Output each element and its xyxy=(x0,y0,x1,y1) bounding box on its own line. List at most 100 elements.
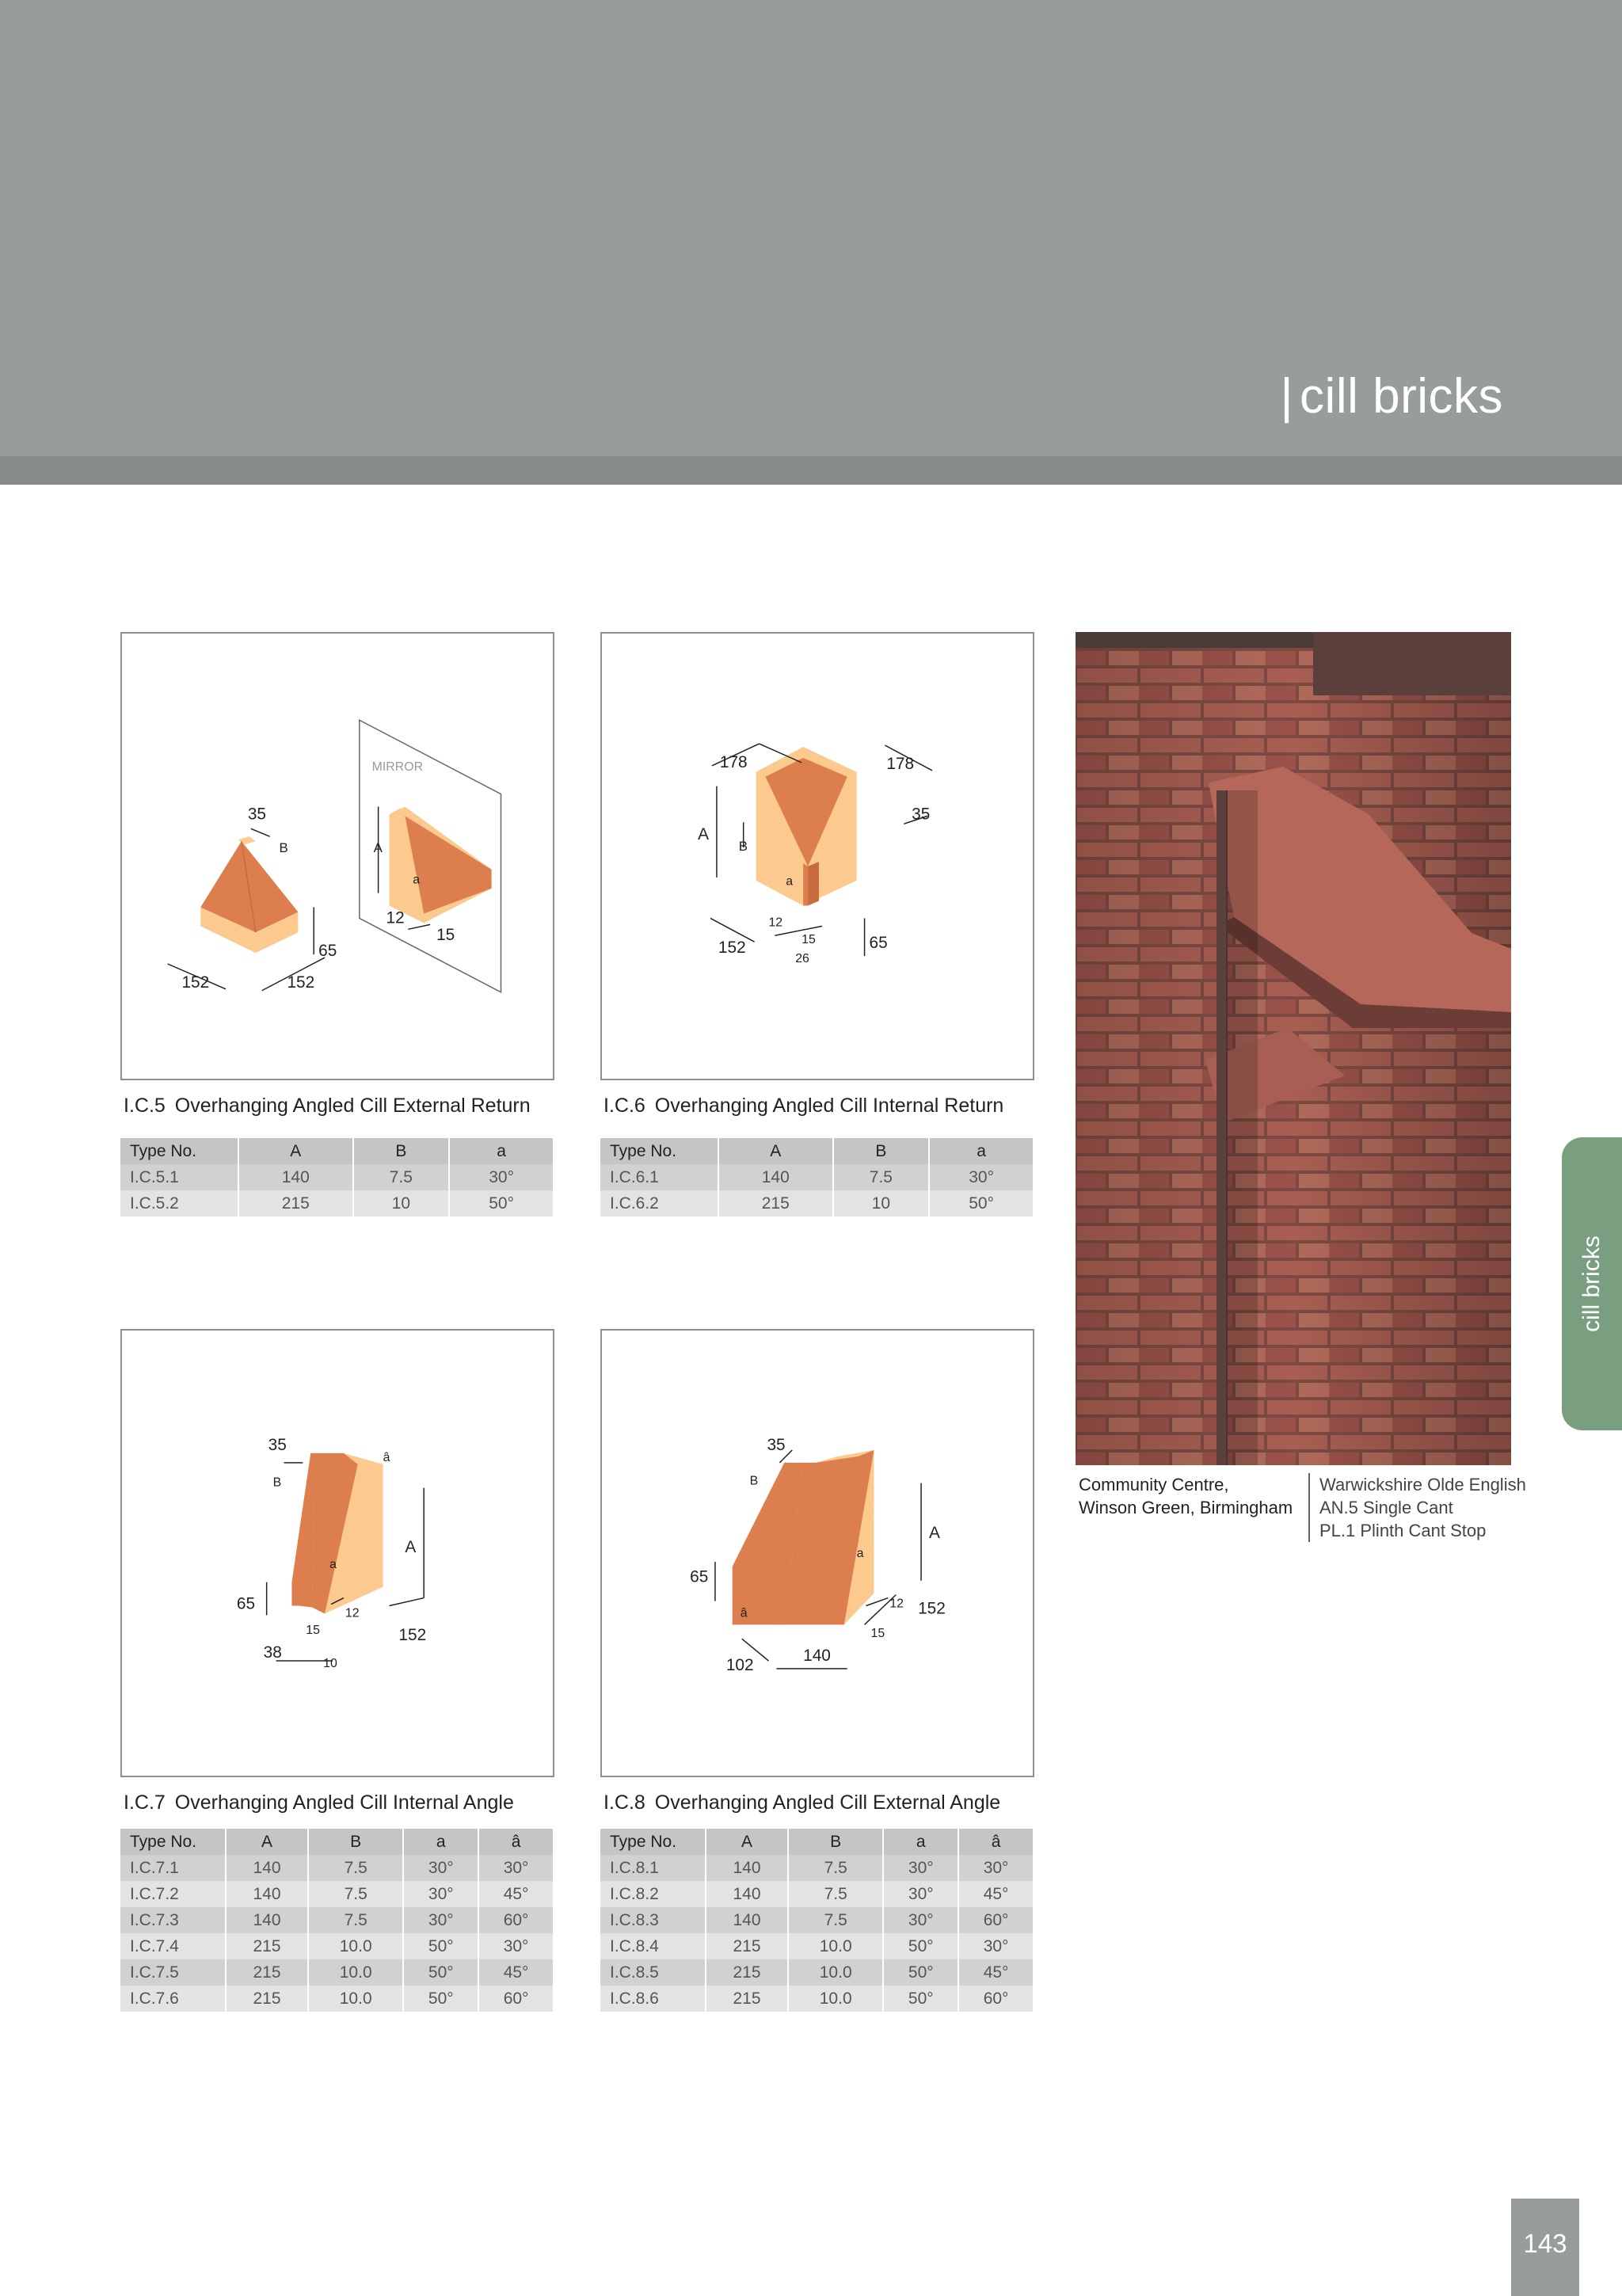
table-row: I.C.7.2 140 7.5 30° 45° xyxy=(120,1881,554,1907)
svg-text:10: 10 xyxy=(323,1657,337,1670)
svg-text:140: 140 xyxy=(803,1647,831,1665)
col-angle: a xyxy=(403,1829,480,1855)
svg-text:35: 35 xyxy=(767,1436,785,1454)
svg-text:35: 35 xyxy=(248,805,266,823)
col-b: B xyxy=(832,1138,931,1164)
col-a: A xyxy=(226,1829,309,1855)
svg-text:15: 15 xyxy=(871,1627,885,1640)
table-row: I.C.6.2 215 10 50° xyxy=(600,1190,1034,1217)
page-number: 143 xyxy=(1523,2229,1567,2258)
diagram-ic5: MIRROR 35 B 152 152 65 A a 12 15 xyxy=(120,632,554,1080)
svg-text:A: A xyxy=(698,825,709,843)
svg-text:A: A xyxy=(929,1524,940,1542)
table-row: I.C.7.3 140 7.5 30° 60° xyxy=(120,1907,554,1933)
svg-text:15: 15 xyxy=(801,933,816,946)
diagram-ic6: 178 178 35 A B a 12 15 26 152 65 xyxy=(600,632,1034,1080)
svg-text:a: a xyxy=(329,1558,337,1571)
table-header-row: Type No. A B a xyxy=(120,1138,554,1164)
table-row: I.C.8.4 215 10.0 50° 30° xyxy=(600,1933,1034,1959)
table-row: I.C.7.4 215 10.0 50° 30° xyxy=(120,1933,554,1959)
svg-text:178: 178 xyxy=(720,753,748,771)
spec-table-ic6: Type No. A B a I.C.6.1 140 7.5 30° I.C.6.2 2… xyxy=(600,1138,1034,1217)
col-angle-hat: â xyxy=(958,1829,1034,1855)
caption-ic5: I.C.5 Overhanging Angled Cill External Re… xyxy=(124,1095,531,1117)
svg-text:A: A xyxy=(374,840,383,855)
svg-text:B: B xyxy=(280,840,288,855)
svg-text:152: 152 xyxy=(718,939,746,957)
col-angle: a xyxy=(449,1138,554,1164)
table-row: I.C.8.5 215 10.0 50° 45° xyxy=(600,1959,1034,1986)
photo-location: Community Centre, Winson Green, Birmingh… xyxy=(1079,1475,1293,1517)
header-strip xyxy=(0,456,1622,485)
svg-text:26: 26 xyxy=(795,952,809,965)
table-row: I.C.8.3 140 7.5 30° 60° xyxy=(600,1907,1034,1933)
svg-text:a: a xyxy=(786,875,793,889)
svg-text:65: 65 xyxy=(870,934,888,952)
svg-text:â: â xyxy=(383,1451,390,1464)
table-row: I.C.7.1 140 7.5 30° 30° xyxy=(120,1855,554,1881)
photo-products: Warwickshire Olde English AN.5 Single Ca… xyxy=(1308,1473,1526,1542)
svg-text:65: 65 xyxy=(318,942,337,960)
svg-text:12: 12 xyxy=(345,1606,360,1620)
title-bar: | xyxy=(1280,369,1294,424)
svg-text:152: 152 xyxy=(918,1599,946,1617)
caption-ic6: I.C.6 Overhanging Angled Cill Internal Re… xyxy=(603,1095,1004,1117)
col-b: B xyxy=(308,1829,405,1855)
col-type: Type No. xyxy=(120,1138,239,1164)
table-header-row: Type No. A B a xyxy=(600,1138,1034,1164)
svg-text:15: 15 xyxy=(306,1624,320,1637)
svg-text:12: 12 xyxy=(386,908,405,927)
col-angle: a xyxy=(883,1829,960,1855)
svg-text:38: 38 xyxy=(264,1643,282,1662)
svg-text:152: 152 xyxy=(398,1626,426,1644)
svg-text:178: 178 xyxy=(886,755,914,773)
col-b: B xyxy=(352,1138,451,1164)
col-b: B xyxy=(788,1829,885,1855)
svg-text:a: a xyxy=(413,874,420,887)
section-tab: cill bricks xyxy=(1562,1137,1622,1430)
page-title: | cill bricks xyxy=(1280,368,1503,425)
caption-ic8: I.C.8 Overhanging Angled Cill External An… xyxy=(603,1791,1001,1814)
col-type: Type No. xyxy=(600,1138,719,1164)
svg-text:MIRROR: MIRROR xyxy=(372,760,423,774)
table-row: I.C.8.2 140 7.5 30° 45° xyxy=(600,1881,1034,1907)
svg-text:12: 12 xyxy=(889,1597,904,1610)
svg-text:35: 35 xyxy=(268,1436,287,1454)
section-tab-label: cill bricks xyxy=(1578,1236,1605,1332)
svg-text:12: 12 xyxy=(768,916,782,929)
svg-text:15: 15 xyxy=(436,926,455,944)
svg-text:35: 35 xyxy=(912,805,930,823)
table-row: I.C.8.1 140 7.5 30° 30° xyxy=(600,1855,1034,1881)
svg-text:A: A xyxy=(405,1538,416,1556)
col-type: Type No. xyxy=(120,1829,227,1855)
brickwork-photo xyxy=(1076,632,1511,1465)
spec-table-ic7: Type No. A B a â I.C.7.1 140 7.5 30° 30° I.C… xyxy=(120,1829,554,2012)
svg-text:102: 102 xyxy=(726,1656,754,1674)
diagram-ic7: 35 B â A a 65 12 15 38 10 152 xyxy=(120,1329,554,1777)
svg-text:65: 65 xyxy=(237,1594,255,1613)
table-header-row: Type No. A B a â xyxy=(120,1829,554,1855)
table-row: I.C.6.1 140 7.5 30° xyxy=(600,1164,1034,1190)
title-text: cill bricks xyxy=(1300,369,1503,424)
diagram-ic8: 35 B A a 65 â 12 15 152 102 140 xyxy=(600,1329,1034,1777)
svg-text:B: B xyxy=(739,839,748,854)
table-row: I.C.5.1 140 7.5 30° xyxy=(120,1164,554,1190)
table-header-row: Type No. A B a â xyxy=(600,1829,1034,1855)
caption-ic7: I.C.7 Overhanging Angled Cill Internal An… xyxy=(124,1791,514,1814)
svg-text:B: B xyxy=(750,1475,759,1488)
table-row: I.C.5.2 215 10 50° xyxy=(120,1190,554,1217)
svg-text:65: 65 xyxy=(690,1568,708,1586)
page-number-box: 143 xyxy=(1511,2199,1579,2296)
svg-text:B: B xyxy=(273,1476,282,1490)
table-row: I.C.8.6 215 10.0 50° 60° xyxy=(600,1986,1034,2012)
col-a: A xyxy=(706,1829,789,1855)
table-row: I.C.7.5 215 10.0 50° 45° xyxy=(120,1959,554,1986)
col-angle-hat: â xyxy=(478,1829,554,1855)
table-row: I.C.7.6 215 10.0 50° 60° xyxy=(120,1986,554,2012)
col-type: Type No. xyxy=(600,1829,706,1855)
col-a: A xyxy=(718,1138,834,1164)
spec-table-ic5: Type No. A B a I.C.5.1 140 7.5 30° I.C.5.2 2… xyxy=(120,1138,554,1217)
svg-text:â: â xyxy=(741,1606,748,1620)
col-a: A xyxy=(238,1138,354,1164)
svg-text:a: a xyxy=(857,1547,864,1560)
